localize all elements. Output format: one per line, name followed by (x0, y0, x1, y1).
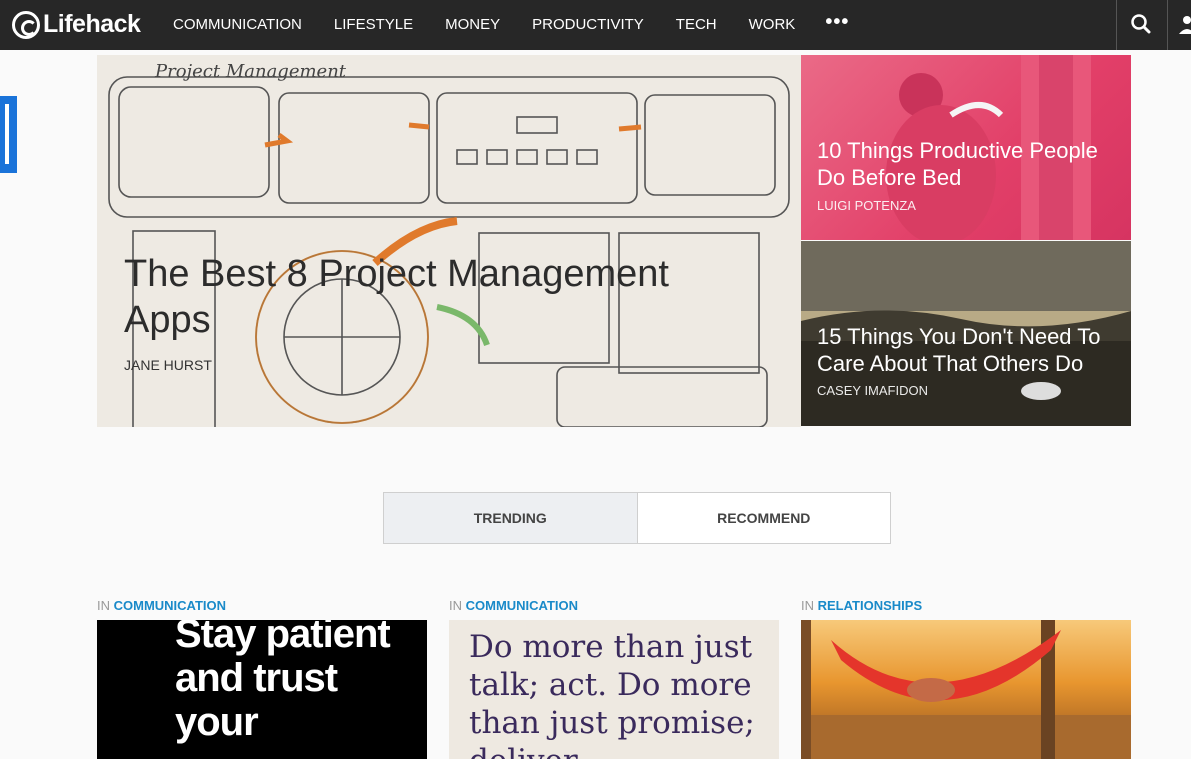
nav-productivity[interactable]: PRODUCTIVITY (516, 0, 660, 50)
tab-trending[interactable]: TRENDING (384, 493, 638, 543)
main-nav: COMMUNICATION LIFESTYLE MONEY PRODUCTIVI… (157, 0, 863, 50)
article-category: IN RELATIONSHIPS (801, 598, 922, 613)
quote-image-text: Do more than just talk; act. Do more tha… (469, 629, 755, 759)
quote-image-text: Stay patient and trust your (175, 620, 391, 744)
tab-recommend[interactable]: RECOMMEND (638, 493, 891, 543)
search-button[interactable] (1117, 0, 1167, 50)
hammock-sunset-photo (801, 620, 1131, 759)
logo-text: Lifehack (43, 10, 141, 38)
hero-title[interactable]: The Best 8 Project Management Apps (124, 251, 764, 343)
more-menu-button[interactable]: ••• (811, 0, 863, 50)
article-thumbnail[interactable] (801, 620, 1131, 759)
article-thumbnail[interactable]: Stay patient and trust your (97, 620, 427, 759)
article-thumbnail[interactable]: Do more than just talk; act. Do more tha… (449, 620, 779, 759)
category-prefix: IN (801, 598, 814, 613)
article-category: IN COMMUNICATION (97, 598, 226, 613)
user-icon (1179, 16, 1191, 34)
content-tabs: TRENDING RECOMMEND (383, 492, 891, 544)
lifehack-logo[interactable]: Lifehack (12, 10, 141, 39)
article-category: IN COMMUNICATION (449, 598, 578, 613)
category-prefix: IN (97, 598, 110, 613)
side-article-card[interactable]: 10 Things Productive People Do Before Be… (801, 55, 1131, 240)
category-link-communication[interactable]: COMMUNICATION (466, 598, 578, 613)
nav-lifestyle[interactable]: LIFESTYLE (318, 0, 429, 50)
hero-author[interactable]: JANE HURST (124, 357, 212, 373)
card-title[interactable]: 10 Things Productive People Do Before Be… (817, 137, 1117, 191)
category-link-communication[interactable]: COMMUNICATION (114, 598, 226, 613)
lifehack-logo-icon (12, 10, 40, 39)
top-navigation-bar: Lifehack COMMUNICATION LIFESTYLE MONEY P… (0, 0, 1191, 50)
hero-article[interactable]: Project Management The Best 8 Project Ma… (97, 55, 801, 427)
nav-tech[interactable]: TECH (660, 0, 733, 50)
sketch-heading: Project Management (154, 61, 347, 82)
nav-communication[interactable]: COMMUNICATION (157, 0, 318, 50)
card-author[interactable]: LUIGI POTENZA (817, 198, 916, 213)
nav-work[interactable]: WORK (733, 0, 812, 50)
card-author[interactable]: CASEY IMAFIDON (817, 383, 928, 398)
category-prefix: IN (449, 598, 462, 613)
search-icon (1131, 14, 1151, 34)
category-link-relationships[interactable]: RELATIONSHIPS (818, 598, 923, 613)
feedback-side-tab[interactable] (0, 96, 17, 173)
side-article-card[interactable]: 15 Things You Don't Need To Care About T… (801, 241, 1131, 426)
user-account-button[interactable] (1168, 0, 1191, 50)
nav-money[interactable]: MONEY (429, 0, 516, 50)
card-title[interactable]: 15 Things You Don't Need To Care About T… (817, 323, 1117, 377)
